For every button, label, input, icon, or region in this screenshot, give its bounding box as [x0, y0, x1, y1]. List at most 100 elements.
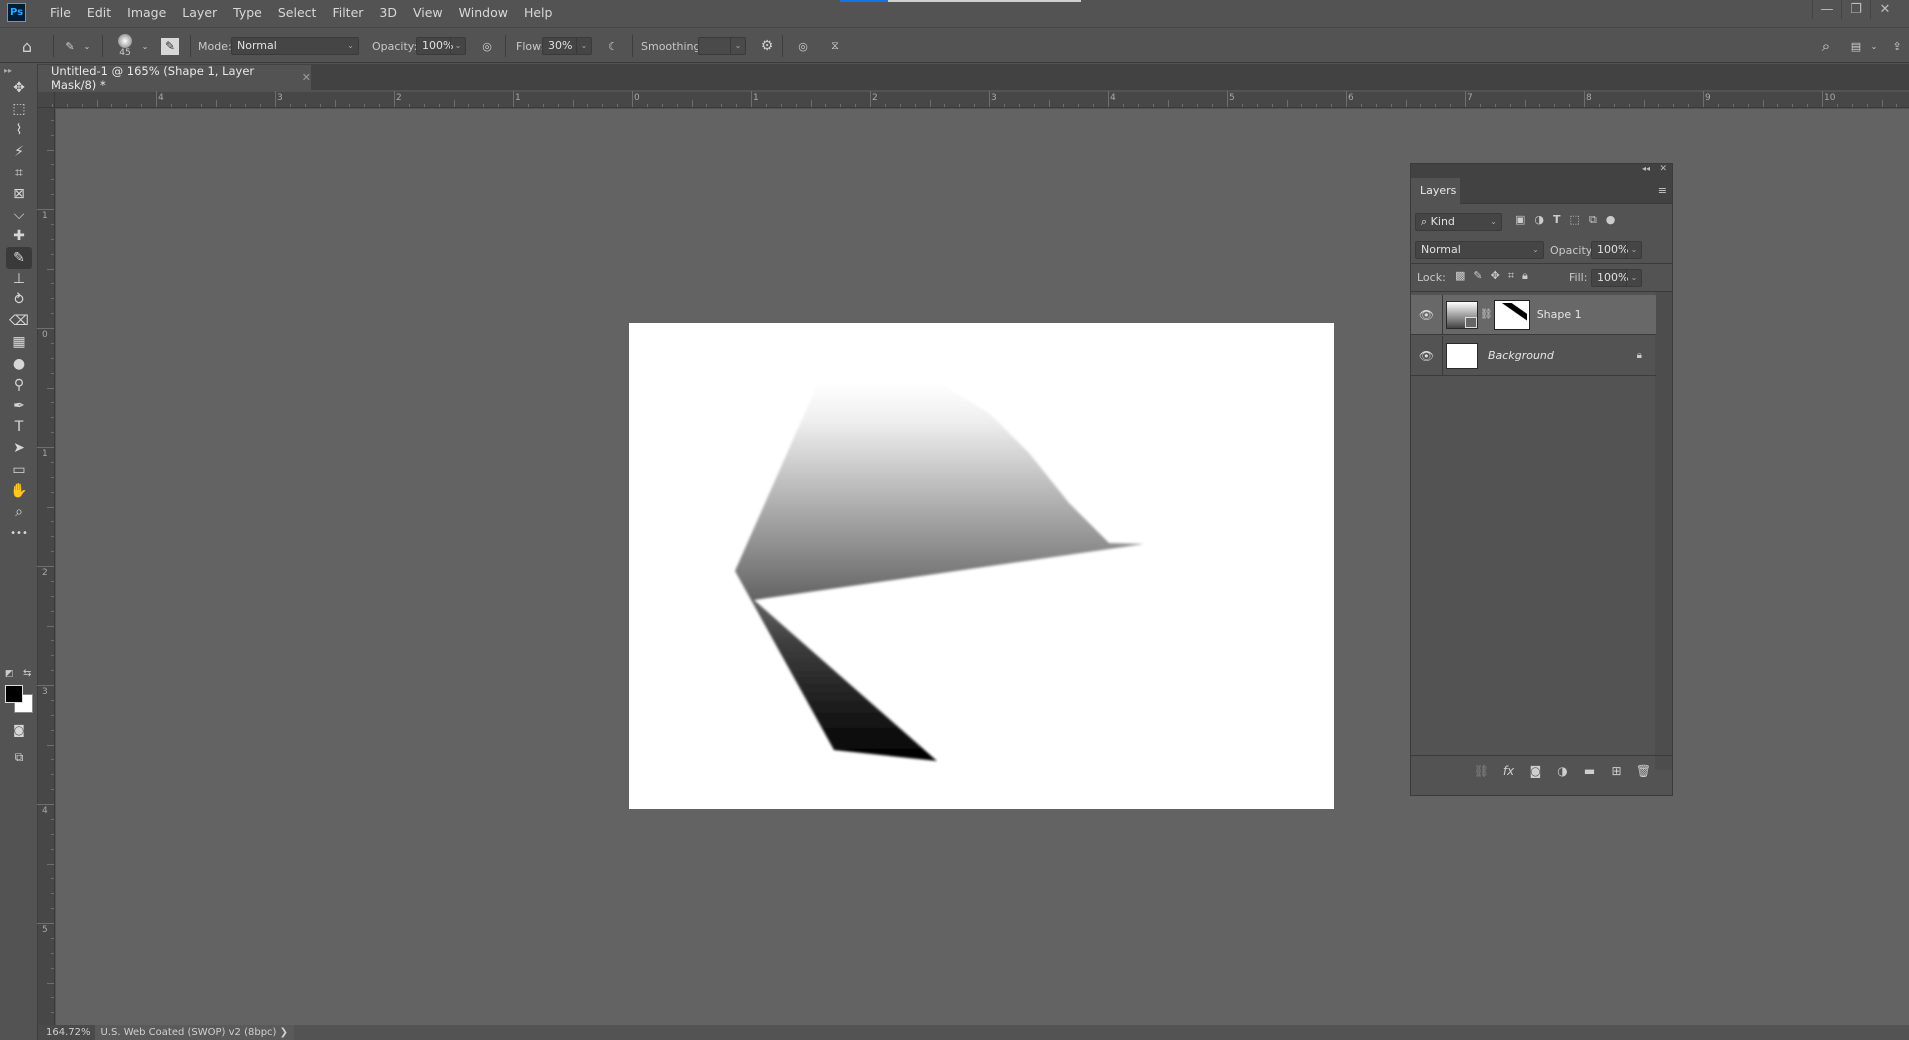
document-profile[interactable]: U.S. Web Coated (SWOP) v2 (8bpc) ❯	[94, 1025, 295, 1040]
eraser-tool[interactable]: ⌫	[6, 310, 32, 332]
link-layers-icon[interactable]: ⛓︎	[1473, 764, 1490, 778]
share-icon[interactable]: ⇪	[1888, 28, 1906, 64]
lock-pixels-icon[interactable]: ✎	[1473, 269, 1482, 283]
collapse-panel-icon[interactable]: ◂◂	[1642, 164, 1650, 173]
chevron-down-icon[interactable]: ⌄	[1626, 242, 1641, 258]
chevron-down-icon[interactable]: ⌄	[730, 38, 745, 54]
pressure-opacity-icon[interactable]: ◎	[478, 28, 496, 64]
filter-shape-icon[interactable]: ⬚	[1570, 213, 1580, 227]
layer-name[interactable]: Background	[1488, 349, 1554, 362]
lock-artboard-icon[interactable]: ⌗	[1508, 269, 1514, 283]
zoom-tool[interactable]: ⌕	[6, 501, 32, 523]
menu-window[interactable]: Window	[451, 5, 516, 20]
default-colors-icon[interactable]: ◩	[5, 669, 14, 679]
lock-transparency-icon[interactable]: ▩	[1455, 269, 1465, 283]
dodge-tool[interactable]: ⚲	[6, 374, 32, 396]
close-window-button[interactable]: ✕	[1870, 0, 1899, 19]
menu-select[interactable]: Select	[270, 5, 325, 20]
layer-opacity-field[interactable]: 100% ⌄	[1591, 241, 1642, 259]
delete-layer-icon[interactable]: 🗑︎	[1635, 764, 1652, 778]
opacity-field[interactable]: 100% ⌄	[416, 37, 466, 55]
search-icon[interactable]: ⌕	[1816, 28, 1836, 64]
brush-settings-toggle[interactable]: ✎	[161, 28, 179, 64]
filter-kind-select[interactable]: ⌕ Kind ⌄	[1415, 213, 1502, 231]
close-tab-icon[interactable]: ✕	[302, 71, 311, 84]
fx-icon[interactable]: fx	[1500, 764, 1517, 778]
type-tool[interactable]: T	[6, 416, 32, 438]
airbrush-icon[interactable]: ☾	[604, 28, 622, 64]
move-tool[interactable]: ✥	[6, 77, 32, 99]
quick-mask-icon[interactable]: ◙	[6, 719, 32, 741]
crop-tool[interactable]: ⌗	[6, 162, 32, 184]
flow-field[interactable]: 30% ⌄	[542, 37, 592, 55]
chevron-down-icon[interactable]: ⌄	[140, 28, 150, 64]
vertical-ruler[interactable]: 1 0 1 2 3 4 5	[37, 108, 55, 1025]
hand-tool[interactable]: ✋	[6, 480, 32, 502]
panel-menu-icon[interactable]: ≡	[1658, 184, 1667, 197]
brush-size-picker[interactable]: 45	[112, 28, 138, 64]
menu-filter[interactable]: Filter	[324, 5, 371, 20]
document-canvas[interactable]	[629, 323, 1334, 809]
lock-position-icon[interactable]: ✥	[1491, 269, 1500, 283]
restore-button[interactable]: ❐	[1841, 0, 1870, 19]
layer-thumbnail[interactable]	[1446, 300, 1478, 329]
zoom-level[interactable]: 164.72%	[38, 1025, 95, 1040]
chevron-down-icon[interactable]: ⌄	[576, 38, 591, 54]
filter-pixel-icon[interactable]: ▣	[1515, 213, 1525, 227]
more-tools[interactable]: •••	[6, 522, 32, 544]
chevron-down-icon[interactable]: ⌄	[1626, 270, 1641, 286]
expand-toolbar-icon[interactable]: ▸▸	[4, 66, 12, 75]
visibility-eye-icon[interactable]: 👁︎	[1411, 295, 1443, 334]
menu-help[interactable]: Help	[516, 5, 561, 20]
pen-tool[interactable]: ✒	[6, 395, 32, 417]
filter-type-icon[interactable]: T	[1553, 213, 1561, 227]
layer-name[interactable]: Shape 1	[1537, 308, 1582, 321]
magic-wand-tool[interactable]: ⚡	[6, 141, 32, 163]
fill-field[interactable]: 100% ⌄	[1591, 269, 1642, 287]
menu-file[interactable]: File	[42, 5, 79, 20]
rectangle-tool[interactable]: ▭	[6, 459, 32, 481]
adjustment-layer-icon[interactable]: ◑	[1554, 764, 1571, 778]
frame-tool[interactable]: ⊠	[6, 183, 32, 205]
brush-tool[interactable]: ✎	[6, 246, 32, 269]
gear-icon[interactable]: ⚙	[758, 28, 776, 64]
blur-tool[interactable]: ●	[6, 353, 32, 375]
close-panel-icon[interactable]: ✕	[1659, 164, 1667, 174]
chevron-down-icon[interactable]: ⌄	[82, 28, 92, 64]
layers-scrollbar[interactable]	[1655, 292, 1672, 770]
menu-layer[interactable]: Layer	[174, 5, 225, 20]
filter-adjustment-icon[interactable]: ◑	[1534, 213, 1544, 227]
chevron-down-icon[interactable]: ⌄	[450, 38, 465, 54]
document-tab[interactable]: Untitled-1 @ 165% (Shape 1, Layer Mask/8…	[38, 64, 311, 92]
chevron-down-icon[interactable]: ⌄	[1869, 28, 1879, 64]
layer-row-shape-1[interactable]: 👁︎ ⛓︎ Shape 1	[1411, 295, 1656, 335]
link-icon[interactable]: ⛓︎	[1480, 309, 1493, 320]
menu-view[interactable]: View	[405, 5, 451, 20]
home-icon[interactable]: ⌂	[16, 28, 38, 64]
menu-type[interactable]: Type	[225, 5, 270, 20]
healing-brush-tool[interactable]: ✚	[6, 225, 32, 247]
new-group-icon[interactable]: ▬	[1581, 764, 1598, 778]
blend-mode-select[interactable]: Normal ⌄	[1415, 241, 1544, 259]
screen-mode-icon[interactable]: ⧉	[6, 746, 32, 768]
panel-header[interactable]: ◂◂ ✕	[1411, 164, 1672, 178]
visibility-eye-icon[interactable]: 👁︎	[1411, 336, 1443, 375]
workspace-icon[interactable]: ▤	[1847, 28, 1865, 64]
gradient-tool[interactable]: ▦	[6, 331, 32, 353]
brush-preset-icon[interactable]: ✎	[60, 28, 80, 64]
mode-select[interactable]: Normal ⌄	[231, 37, 359, 55]
history-brush-tool[interactable]: ⥁	[6, 289, 32, 311]
menu-edit[interactable]: Edit	[79, 5, 119, 20]
eyedropper-tool[interactable]: ⌵	[6, 204, 32, 226]
new-layer-icon[interactable]: ⊞	[1608, 764, 1625, 778]
path-selection-tool[interactable]: ➤	[6, 437, 32, 459]
marquee-tool[interactable]: ⬚	[6, 98, 32, 120]
filter-toggle-icon[interactable]: ●	[1606, 213, 1616, 227]
menu-image[interactable]: Image	[119, 5, 174, 20]
minimize-button[interactable]: —	[1812, 0, 1841, 19]
menu-3d[interactable]: 3D	[371, 5, 405, 20]
filter-smart-object-icon[interactable]: ⧉	[1589, 213, 1597, 227]
clone-stamp-tool[interactable]: ⊥	[6, 268, 32, 290]
layer-row-background[interactable]: 👁︎ Background 🔒︎	[1411, 336, 1656, 376]
smoothing-field[interactable]: ⌄	[698, 37, 746, 55]
